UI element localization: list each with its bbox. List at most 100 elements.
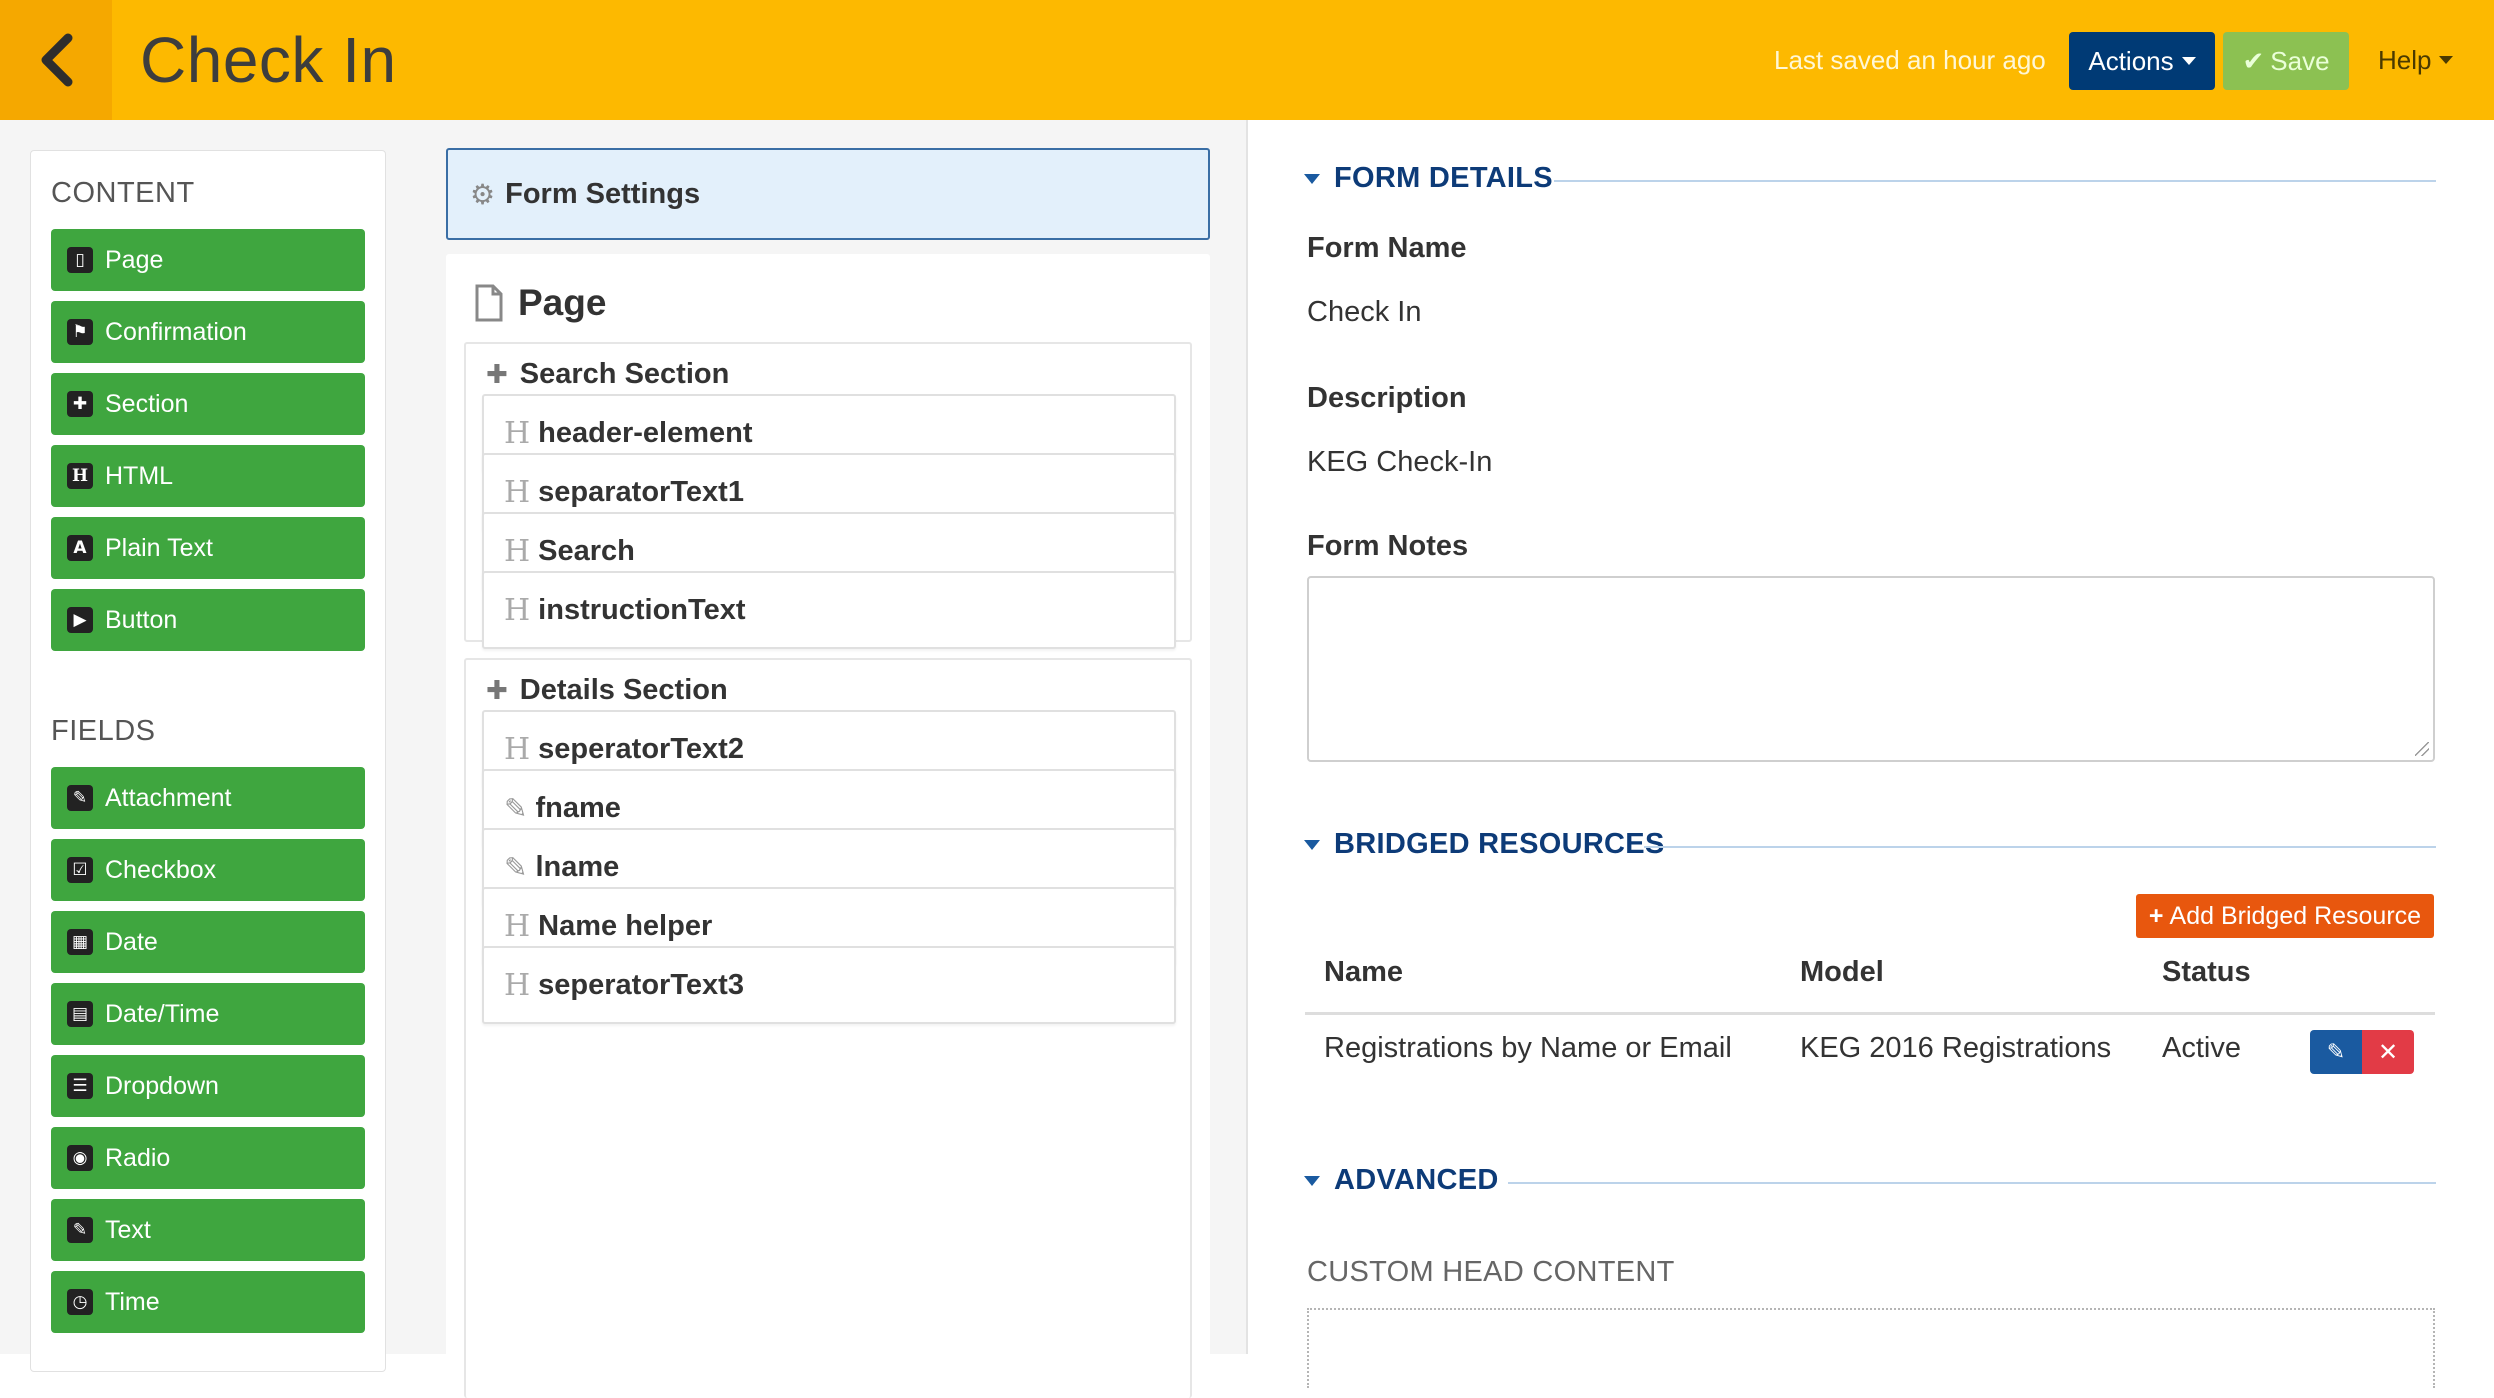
details-panel: FORM DETAILS Form Name Check In Descript…: [1248, 120, 2494, 1388]
section-title-label: Details Section: [519, 674, 728, 706]
element-label: Name helper: [538, 909, 713, 942]
check-icon: ✔: [2242, 45, 2265, 76]
palette-radio-button[interactable]: ◉ Radio: [51, 1127, 365, 1189]
delete-resource-button[interactable]: ✕: [2362, 1030, 2414, 1074]
back-button[interactable]: [0, 0, 112, 120]
element-palette: CONTENT ▯ Page ⚑ Confirmation ✚ Section …: [30, 150, 386, 1372]
palette-item-label: Radio: [105, 1143, 171, 1172]
play-icon: ▶: [67, 607, 93, 633]
fields-heading: FIELDS: [51, 715, 156, 747]
form-settings-item[interactable]: ⚙ Form Settings: [446, 148, 1210, 240]
checkbox-icon: ☑: [67, 857, 93, 883]
caret-down-icon: [1304, 839, 1320, 850]
palette-item-label: Date: [105, 927, 158, 956]
save-label: Save: [2270, 45, 2330, 76]
description-label: Description: [1307, 382, 1467, 414]
clock-icon: ◷: [67, 1289, 93, 1315]
puzzle-icon: ✚: [486, 359, 508, 389]
palette-datetime-button[interactable]: ▤ Date/Time: [51, 983, 365, 1045]
palette-item-label: Checkbox: [105, 855, 217, 884]
html-icon: H: [504, 415, 531, 451]
palette-item-label: Date/Time: [105, 999, 220, 1028]
html-icon: H: [504, 908, 531, 944]
form-name-label: Form Name: [1307, 232, 1467, 264]
form-notes-textarea[interactable]: [1307, 576, 2435, 762]
pencil-icon: ✎: [2326, 1039, 2346, 1064]
add-bridged-resource-button[interactable]: + Add Bridged Resource: [2136, 894, 2434, 938]
element-label: lname: [535, 850, 620, 883]
palette-item-label: Confirmation: [105, 317, 247, 346]
divider: [1554, 180, 2436, 182]
description-value[interactable]: KEG Check-In: [1307, 446, 1492, 479]
palette-item-label: Dropdown: [105, 1071, 219, 1100]
table-cell-status: Active: [2162, 1032, 2241, 1064]
divider: [1644, 846, 2436, 848]
palette-item-label: Button: [105, 605, 178, 634]
caret-down-icon: [2439, 56, 2454, 64]
palette-dropdown-button[interactable]: ☰ Dropdown: [51, 1055, 365, 1117]
palette-page-button[interactable]: ▯ Page: [51, 229, 365, 291]
bridged-resources-toggle[interactable]: BRIDGED RESOURCES: [1304, 828, 1665, 861]
column-header-name: Name: [1324, 956, 1403, 988]
palette-date-button[interactable]: ▦ Date: [51, 911, 365, 973]
palette-confirmation-button[interactable]: ⚑ Confirmation: [51, 301, 365, 363]
caret-down-icon: [2181, 57, 2196, 65]
palette-attachment-button[interactable]: ✎ Attachment: [51, 767, 365, 829]
edit-icon: ✎: [504, 792, 528, 824]
form-notes-label: Form Notes: [1307, 530, 1469, 562]
html-icon: H: [504, 474, 531, 510]
calendar-icon: ▦: [67, 929, 93, 955]
edit-icon: ✎: [67, 1217, 93, 1243]
calendar-clock-icon: ▤: [67, 1001, 93, 1027]
caret-down-icon: [1304, 1175, 1320, 1186]
palette-button-button[interactable]: ▶ Button: [51, 589, 365, 651]
element-seperatortext3[interactable]: H seperatorText3: [482, 946, 1176, 1024]
element-label: separatorText1: [538, 475, 744, 508]
column-header-model: Model: [1800, 956, 1884, 988]
palette-html-button[interactable]: H HTML: [51, 445, 365, 507]
element-label: Search: [538, 534, 635, 567]
custom-head-content-editor[interactable]: [1307, 1308, 2435, 1388]
edit-icon: ✎: [504, 851, 528, 883]
palette-item-label: Attachment: [105, 783, 232, 812]
palette-section-button[interactable]: ✚ Section: [51, 373, 365, 435]
section-title: ✚ Details Section: [486, 674, 728, 707]
palette-text-button[interactable]: ✎ Text: [51, 1199, 365, 1261]
page-header: Page: [474, 282, 606, 324]
palette-time-button[interactable]: ◷ Time: [51, 1271, 365, 1333]
help-menu[interactable]: Help: [2378, 38, 2454, 82]
palette-checkbox-button[interactable]: ☑ Checkbox: [51, 839, 365, 901]
page-node[interactable]: Page ✚ Search Section H header-element H…: [446, 254, 1210, 1398]
palette-plain-text-button[interactable]: A Plain Text: [51, 517, 365, 579]
page-icon: ▯: [67, 247, 93, 273]
top-bar: Check In Last saved an hour ago Actions …: [0, 0, 2494, 120]
plus-icon: +: [2148, 901, 2164, 930]
section-search[interactable]: ✚ Search Section H header-element H sepa…: [464, 342, 1192, 649]
font-icon: A: [67, 535, 93, 561]
element-instructiontext[interactable]: H instructionText: [482, 571, 1176, 649]
section-details[interactable]: ✚ Details Section H seperatorText2 ✎ fna…: [464, 658, 1192, 1398]
puzzle-icon: ✚: [486, 675, 508, 705]
form-details-toggle[interactable]: FORM DETAILS: [1304, 162, 1553, 195]
add-bridged-resource-label: Add Bridged Resource: [2169, 901, 2422, 930]
page-icon: [475, 284, 503, 322]
edit-resource-button[interactable]: ✎: [2310, 1030, 2362, 1074]
resize-handle-icon[interactable]: [2415, 742, 2429, 756]
html-icon: H: [504, 592, 531, 628]
element-label: instructionText: [538, 593, 746, 626]
html-icon: H: [504, 967, 531, 1003]
advanced-toggle[interactable]: ADVANCED: [1304, 1164, 1499, 1197]
actions-label: Actions: [2088, 45, 2174, 76]
page-title: Check In: [140, 24, 397, 96]
page-label: Page: [518, 282, 607, 323]
palette-item-label: HTML: [105, 461, 174, 490]
chevron-left-icon: [41, 33, 73, 87]
form-name-value[interactable]: Check In: [1307, 296, 1421, 329]
palette-item-label: Page: [105, 245, 164, 274]
element-label: seperatorText2: [538, 732, 744, 765]
advanced-heading: ADVANCED: [1334, 1164, 1499, 1196]
html-icon: H: [504, 731, 531, 767]
gear-icon: ⚙: [470, 178, 496, 210]
actions-button[interactable]: Actions: [2069, 32, 2215, 90]
save-button[interactable]: ✔ Save: [2223, 32, 2349, 90]
